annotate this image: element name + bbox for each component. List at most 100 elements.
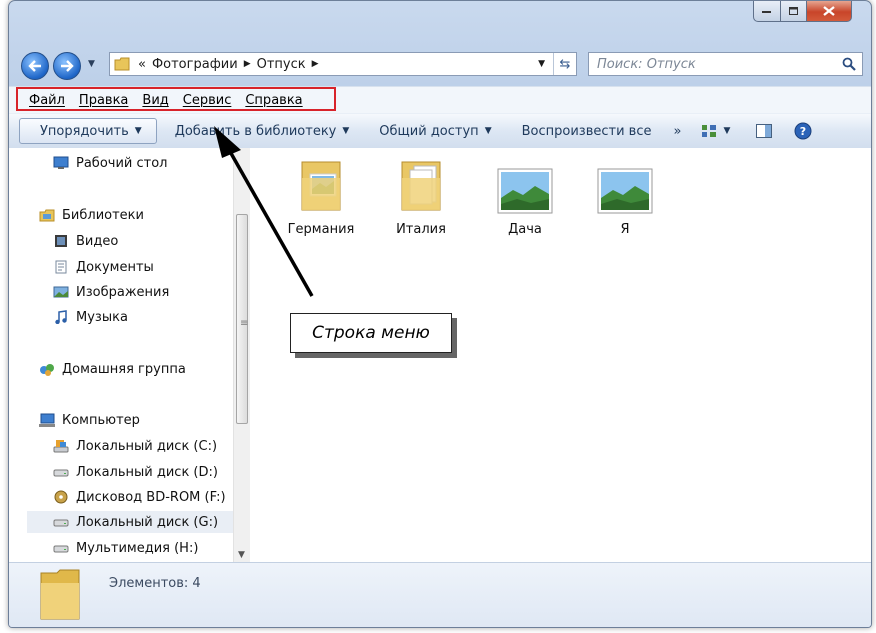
command-bar: Упорядочить ▼ Добавить в библиотеку ▼ Об… bbox=[9, 113, 871, 149]
refresh-icon[interactable]: ⇆ bbox=[553, 53, 576, 75]
homegroup-icon bbox=[40, 364, 54, 376]
drive-icon bbox=[53, 545, 69, 553]
nav-computer[interactable]: Компьютер bbox=[39, 409, 140, 431]
file-item[interactable]: Я bbox=[579, 168, 671, 237]
chevron-down-icon: ▼ bbox=[723, 126, 731, 136]
search-icon[interactable] bbox=[842, 57, 856, 71]
nav-label: Изображения bbox=[76, 284, 170, 300]
menu-view[interactable]: Вид bbox=[142, 93, 168, 108]
file-name: Дача bbox=[508, 222, 542, 237]
breadcrumb-separator-icon[interactable]: ▶ bbox=[244, 59, 251, 69]
nav-bd-rom[interactable]: Дисковод BD-ROM (F:) bbox=[53, 486, 226, 508]
breadcrumb-separator-icon[interactable]: ▶ bbox=[312, 59, 319, 69]
view-options-icon bbox=[702, 125, 717, 137]
optical-drive-icon bbox=[54, 490, 68, 504]
breadcrumb-photos[interactable]: Фотографии bbox=[152, 57, 238, 72]
documents-icon bbox=[55, 260, 67, 274]
nav-label: Рабочий стол bbox=[76, 155, 168, 171]
nav-music[interactable]: Музыка bbox=[53, 306, 128, 328]
scroll-down-icon[interactable]: ▼ bbox=[238, 550, 245, 560]
nav-video[interactable]: Видео bbox=[53, 230, 118, 252]
nav-label: Локальный диск (G:) bbox=[76, 514, 219, 530]
music-icon bbox=[55, 310, 67, 324]
nav-label: Компьютер bbox=[62, 412, 140, 428]
video-icon bbox=[55, 235, 67, 247]
organize-label: Упорядочить bbox=[40, 123, 129, 139]
play-all-button[interactable]: Воспроизвести все bbox=[514, 119, 660, 143]
grip-icon: ≡ bbox=[240, 318, 249, 329]
file-item[interactable]: Германия bbox=[275, 156, 367, 237]
change-view-button[interactable]: ▼ bbox=[693, 119, 738, 143]
desktop-icon bbox=[53, 156, 69, 169]
nav-disk-d[interactable]: Локальный диск (D:) bbox=[53, 461, 218, 483]
nav-disk-c[interactable]: Локальный диск (C:) bbox=[53, 435, 217, 457]
address-prefix: « bbox=[138, 56, 146, 72]
nav-images[interactable]: Изображения bbox=[53, 281, 169, 303]
chevron-down-icon: ▼ bbox=[342, 126, 350, 136]
callout-text: Строка меню bbox=[312, 323, 430, 343]
nav-label: Видео bbox=[76, 233, 119, 249]
share-button[interactable]: Общий доступ ▼ bbox=[371, 119, 499, 143]
nav-label: Дисковод BD-ROM (F:) bbox=[76, 489, 226, 505]
menu-bar: Файл Правка Вид Сервис Справка bbox=[9, 86, 871, 113]
nav-label: Локальный диск (C:) bbox=[76, 438, 218, 454]
forward-button[interactable] bbox=[53, 52, 81, 80]
content-area: Рабочий стол Библиотеки Видео Документы … bbox=[9, 148, 871, 562]
file-name: Италия bbox=[396, 222, 446, 237]
folder-icon bbox=[40, 569, 80, 620]
nav-homegroup[interactable]: Домашняя группа bbox=[39, 358, 186, 380]
more-label: » bbox=[673, 123, 682, 139]
breadcrumb-vacation[interactable]: Отпуск bbox=[257, 57, 306, 72]
menu-help[interactable]: Справка bbox=[245, 93, 302, 108]
folder-icon bbox=[301, 161, 341, 211]
menu-file[interactable]: Файл bbox=[29, 93, 65, 108]
nav-label: Библиотеки bbox=[62, 207, 144, 223]
nav-disk-g[interactable]: Локальный диск (G:) bbox=[27, 511, 233, 533]
recent-pages-dropdown[interactable]: ▼ bbox=[88, 59, 95, 69]
minimize-button[interactable] bbox=[753, 1, 781, 22]
file-item[interactable]: Италия bbox=[375, 156, 467, 237]
file-item[interactable]: Дача bbox=[479, 168, 571, 237]
play-all-label: Воспроизвести все bbox=[521, 123, 652, 139]
image-thumbnail-icon bbox=[597, 168, 653, 214]
back-button[interactable] bbox=[21, 52, 49, 80]
details-pane: Элементов: 4 bbox=[9, 562, 871, 627]
nav-multimedia[interactable]: Мультимедия (H:) bbox=[53, 537, 198, 559]
address-bar[interactable]: « Фотографии ▶ Отпуск ▶ ▼ ⇆ bbox=[109, 52, 577, 76]
nav-documents[interactable]: Документы bbox=[53, 256, 154, 278]
images-icon bbox=[53, 286, 69, 298]
address-dropdown-icon[interactable]: ▼ bbox=[538, 59, 545, 69]
navigation-pane: Рабочий стол Библиотеки Видео Документы … bbox=[9, 148, 233, 562]
preview-pane-button[interactable] bbox=[748, 119, 780, 143]
nav-label: Музыка bbox=[76, 309, 128, 325]
close-button[interactable] bbox=[806, 1, 852, 22]
drive-icon bbox=[53, 469, 69, 477]
nav-label: Документы bbox=[76, 259, 154, 275]
minimize-icon bbox=[762, 11, 771, 13]
maximize-button[interactable] bbox=[780, 1, 807, 22]
menu-tools[interactable]: Сервис bbox=[183, 93, 232, 108]
pane-splitter[interactable] bbox=[250, 148, 255, 562]
file-name: Я bbox=[620, 222, 630, 237]
nav-libraries[interactable]: Библиотеки bbox=[39, 204, 144, 226]
organize-button[interactable]: Упорядочить ▼ bbox=[19, 118, 157, 144]
system-drive-icon bbox=[53, 440, 69, 453]
svg-text:?: ? bbox=[800, 125, 806, 138]
scrollbar-thumb[interactable]: ≡ bbox=[236, 214, 248, 424]
folder-icon bbox=[114, 57, 130, 71]
image-thumbnail-icon bbox=[497, 168, 553, 214]
back-arrow-icon bbox=[28, 60, 41, 72]
search-input[interactable]: Поиск: Отпуск bbox=[597, 57, 696, 72]
add-to-library-button[interactable]: Добавить в библиотеку ▼ bbox=[167, 119, 358, 143]
search-box[interactable]: Поиск: Отпуск bbox=[588, 52, 863, 76]
menu-edit[interactable]: Правка bbox=[79, 93, 128, 108]
nav-scrollbar[interactable]: ≡ ▼ bbox=[233, 148, 251, 562]
nav-label: Мультимедия (H:) bbox=[76, 540, 199, 556]
nav-label: Локальный диск (D:) bbox=[76, 464, 218, 480]
more-commands-button[interactable]: » bbox=[665, 119, 689, 143]
forward-arrow-icon bbox=[61, 60, 74, 72]
add-to-library-label: Добавить в библиотеку bbox=[174, 123, 337, 139]
drive-icon bbox=[53, 519, 69, 527]
help-button[interactable]: ? bbox=[786, 119, 820, 143]
nav-desktop[interactable]: Рабочий стол bbox=[53, 152, 167, 174]
